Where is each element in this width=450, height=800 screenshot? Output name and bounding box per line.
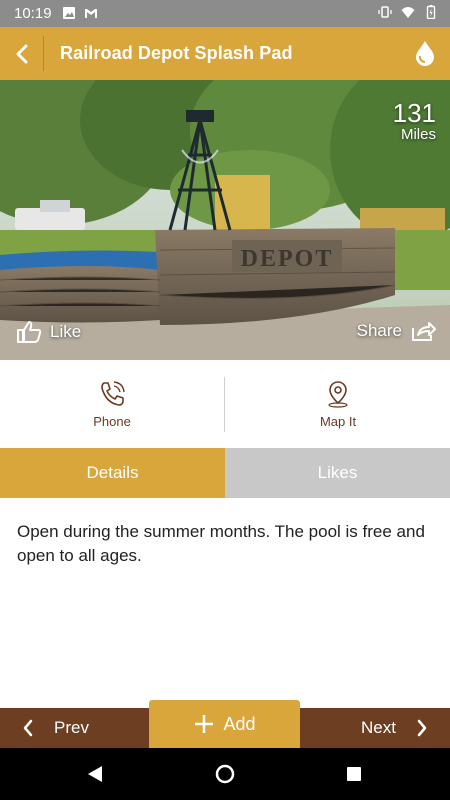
wifi-icon <box>401 7 415 18</box>
map-it-label: Map It <box>319 413 357 429</box>
map-pin-icon <box>328 380 348 408</box>
phone-icon <box>101 380 125 406</box>
map-it-button[interactable]: Map It <box>226 360 450 448</box>
chevron-right-icon <box>417 719 427 737</box>
chevron-left-icon <box>23 719 33 737</box>
phone-label: Phone <box>93 413 131 429</box>
actions-divider <box>224 377 225 432</box>
share-icon <box>412 322 436 341</box>
action-row: Phone Map It <box>0 360 450 449</box>
add-label: Add <box>223 713 256 734</box>
page-title: Railroad Depot Splash Pad <box>60 43 293 63</box>
system-nav-bar <box>0 748 450 800</box>
next-button[interactable]: Next <box>361 708 428 748</box>
like-label: Like <box>50 322 82 341</box>
depot-sign-text: DEPOT <box>241 246 334 272</box>
plus-icon <box>195 715 214 733</box>
app-bar-divider <box>43 36 44 71</box>
details-text: Open during the summer months. The pool … <box>17 522 425 565</box>
thumbs-up-icon <box>17 321 42 343</box>
vibrate-icon <box>378 6 392 18</box>
phone-button[interactable]: Phone <box>0 360 224 448</box>
recents-square-icon[interactable] <box>346 766 362 782</box>
battery-icon <box>426 5 436 19</box>
like-button[interactable]: Like <box>16 320 81 344</box>
distance-unit: Miles <box>400 126 436 143</box>
hero-image: DEPOT 131 Miles Like Share <box>0 80 450 360</box>
prev-button[interactable]: Prev <box>22 708 89 748</box>
status-bar: 10:19 <box>0 0 450 27</box>
image-icon <box>63 7 75 19</box>
gmail-icon <box>85 9 97 18</box>
next-label: Next <box>361 718 396 737</box>
tab-bar: Details Likes <box>0 448 450 498</box>
chevron-left-icon <box>16 44 28 63</box>
distance-value: 131 <box>392 98 436 128</box>
app-bar: Railroad Depot Splash Pad <box>0 27 450 80</box>
share-label: Share <box>356 321 402 340</box>
distance-readout: 131 Miles <box>393 100 436 144</box>
status-time: 10:19 <box>14 5 52 22</box>
drop-button[interactable] <box>412 39 438 67</box>
tab-likes[interactable]: Likes <box>225 448 450 498</box>
share-button[interactable]: Share <box>357 320 436 342</box>
splash-pad-photo: DEPOT <box>0 80 450 360</box>
back-triangle-icon[interactable] <box>86 764 104 784</box>
water-drop-icon <box>416 41 434 66</box>
back-button[interactable] <box>0 27 44 80</box>
add-button[interactable]: Add <box>149 700 300 748</box>
prev-label: Prev <box>54 718 89 737</box>
home-circle-icon[interactable] <box>215 764 235 784</box>
tab-details[interactable]: Details <box>0 448 225 498</box>
